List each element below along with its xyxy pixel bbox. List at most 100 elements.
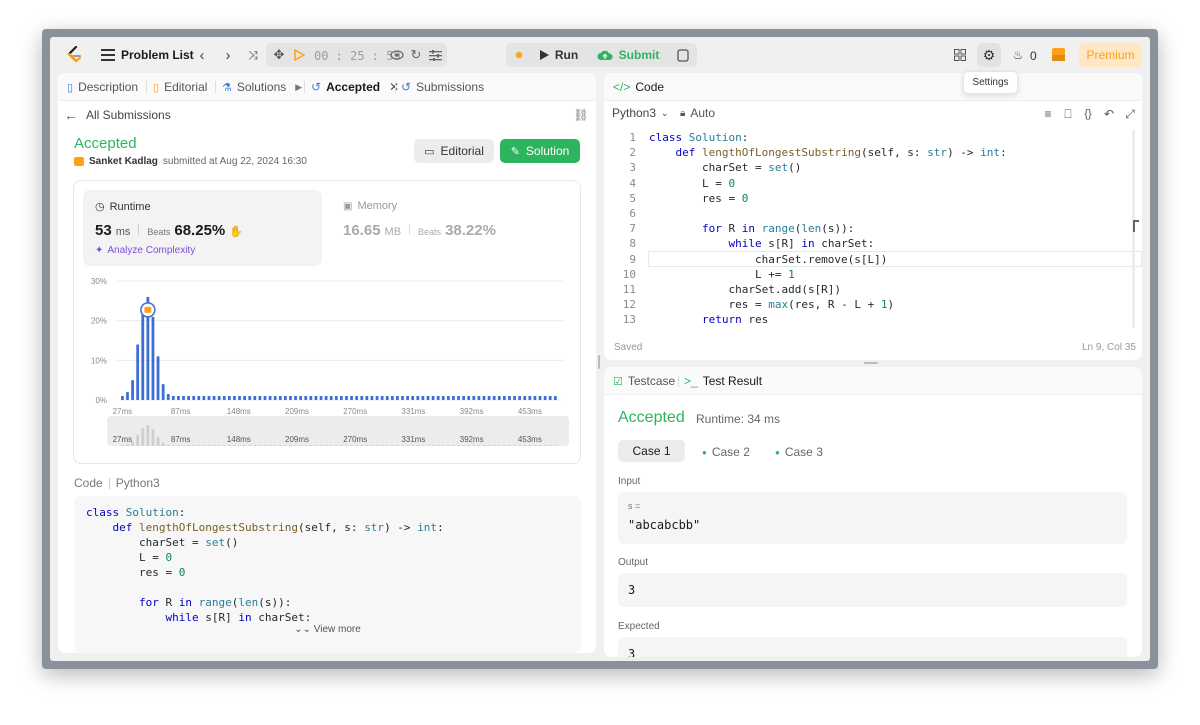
chart-bar [263, 396, 267, 400]
editor-tabbar [604, 73, 1142, 101]
play-icon [539, 50, 549, 60]
runtime-label: Runtime [109, 200, 151, 213]
premium-button[interactable]: Premium [1079, 43, 1142, 67]
chart-bar [462, 396, 466, 400]
memory-header[interactable]: ▣ Memory [343, 200, 397, 212]
expand-icon[interactable]: ⤢ [1122, 106, 1138, 122]
runtime-value: 53 [95, 222, 112, 239]
overview-bar [360, 445, 364, 446]
solution-button-label: Solution [525, 144, 570, 158]
code-line: def lengthOfLongestSubstring(self, s: st… [675, 146, 1007, 160]
chart-bar [457, 396, 460, 400]
analyze-complexity-link[interactable]: ✦ Analyze Complexity [95, 245, 195, 256]
run-label: Run [554, 48, 579, 62]
overview-bar [462, 445, 466, 446]
code-line: L = 0 [86, 551, 173, 564]
tab-solutions[interactable]: ⚗ Solutions ▶ [222, 73, 302, 101]
tab-accepted[interactable]: ↺ Accepted ✕ [311, 73, 399, 101]
vertical-splitter[interactable] [598, 355, 600, 369]
autocomplete-toggle[interactable]: 🔒︎ Auto [680, 106, 715, 120]
chart-bar [131, 380, 134, 400]
undo-icon[interactable]: ↶ [1101, 106, 1117, 122]
play-timer-icon[interactable] [291, 46, 307, 64]
braces-icon[interactable]: {} [1080, 106, 1096, 122]
horizontal-splitter[interactable] [864, 362, 878, 364]
reset-timer-icon[interactable]: ↻ [408, 46, 424, 64]
case-3-label: Case 3 [784, 445, 823, 459]
chart-bar [518, 396, 522, 400]
notes-icon[interactable] [674, 46, 692, 64]
runtime-distribution-chart[interactable]: 30% 20% 10% 0% 27ms 87ms 148ms 209ms 270ms 331ms 3… [83, 273, 573, 453]
overview-bar [340, 445, 343, 446]
back-link[interactable]: ← All Submissions [64, 106, 171, 124]
settings-icon[interactable]: ⚙ [977, 43, 1001, 67]
overview-bar [446, 445, 450, 446]
tab-editorial[interactable]: ▯ Editorial [153, 73, 207, 101]
editorial-button[interactable]: ▭ Editorial [414, 139, 494, 163]
code-editor[interactable]: 1 class Solution: 2 def lengthOfLongestSub… [604, 130, 1142, 328]
cloud-upload-icon [597, 50, 613, 60]
x-tick-label: 270ms [343, 407, 367, 416]
author-name[interactable]: Sanket Kadlag [89, 156, 158, 167]
runtime-unit: ms [115, 226, 131, 238]
overview-bar [217, 445, 221, 446]
expected-box: 3 [618, 637, 1127, 657]
eye-icon[interactable] [389, 46, 405, 64]
overview-bar [528, 445, 532, 446]
chart-bar [182, 396, 185, 400]
overview-bar [426, 445, 430, 446]
chart-bar [166, 394, 170, 400]
overview-bar [533, 445, 537, 446]
tab-testcase[interactable]: ☑ Testcase [613, 367, 675, 395]
overview-bar [538, 445, 542, 446]
chart-bar [477, 396, 481, 400]
tab-divider [678, 375, 679, 387]
link-icon[interactable]: ⛓ [573, 107, 589, 123]
overview-bar [467, 445, 471, 446]
case-3-button[interactable]: ● Case 3 [775, 445, 823, 459]
tab-code[interactable]: </> Code [613, 73, 664, 101]
case-2-button[interactable]: ● Case 2 [702, 445, 750, 459]
chart-bar [436, 396, 440, 400]
language-select[interactable]: Python3 ⌄ [612, 106, 669, 120]
code-line: L = 0 [649, 176, 736, 190]
timer-settings-icon[interactable] [427, 46, 443, 64]
chart-bar [548, 396, 552, 400]
chart-bar [467, 396, 471, 400]
tab-description[interactable]: ▯ Description [67, 73, 138, 101]
logo-icon[interactable] [64, 45, 84, 65]
debug-icon[interactable]: ✹ [510, 46, 528, 64]
solution-button[interactable]: ✎ Solution [500, 139, 580, 163]
next-problem-icon[interactable]: › [220, 47, 236, 64]
bookmark-icon[interactable]: ⎕ [1060, 106, 1076, 122]
chart-bar [340, 396, 343, 400]
drag-handle-icon[interactable]: ✥ [270, 46, 288, 64]
submit-button[interactable]: Submit [592, 44, 664, 66]
author-avatar [74, 157, 84, 166]
tab-submissions[interactable]: ↺ Submissions [401, 73, 484, 101]
x-tick-label: 148ms [227, 407, 251, 416]
layout-icon[interactable] [951, 46, 969, 64]
streak-icon[interactable]: ♨ [1010, 46, 1026, 64]
prev-problem-icon[interactable]: ‹ [194, 47, 210, 64]
code-line: L += 1 [649, 267, 795, 281]
output-label: Output [618, 557, 649, 568]
chart-bar [345, 396, 348, 400]
chart-bar [238, 396, 241, 400]
problem-list-link[interactable]: Problem List [121, 48, 194, 62]
format-icon[interactable]: ≡ [1040, 106, 1056, 122]
tab-test-result[interactable]: >_ Test Result [684, 367, 762, 395]
case-1-button[interactable]: Case 1 [618, 440, 685, 462]
divider [108, 477, 110, 489]
line-number: 9 [629, 252, 636, 266]
run-button[interactable]: Run [532, 44, 586, 66]
chart-bar [273, 396, 277, 400]
x-tick-label: 392ms [460, 407, 484, 416]
view-more-button[interactable]: ⌄⌄ View more [74, 624, 581, 635]
chart-bar [508, 396, 511, 400]
chart-bar [121, 396, 124, 400]
avatar[interactable] [1052, 48, 1065, 61]
list-icon[interactable] [100, 47, 116, 63]
shuffle-icon[interactable]: ⤨ [245, 47, 261, 63]
overview-bar [156, 437, 160, 446]
